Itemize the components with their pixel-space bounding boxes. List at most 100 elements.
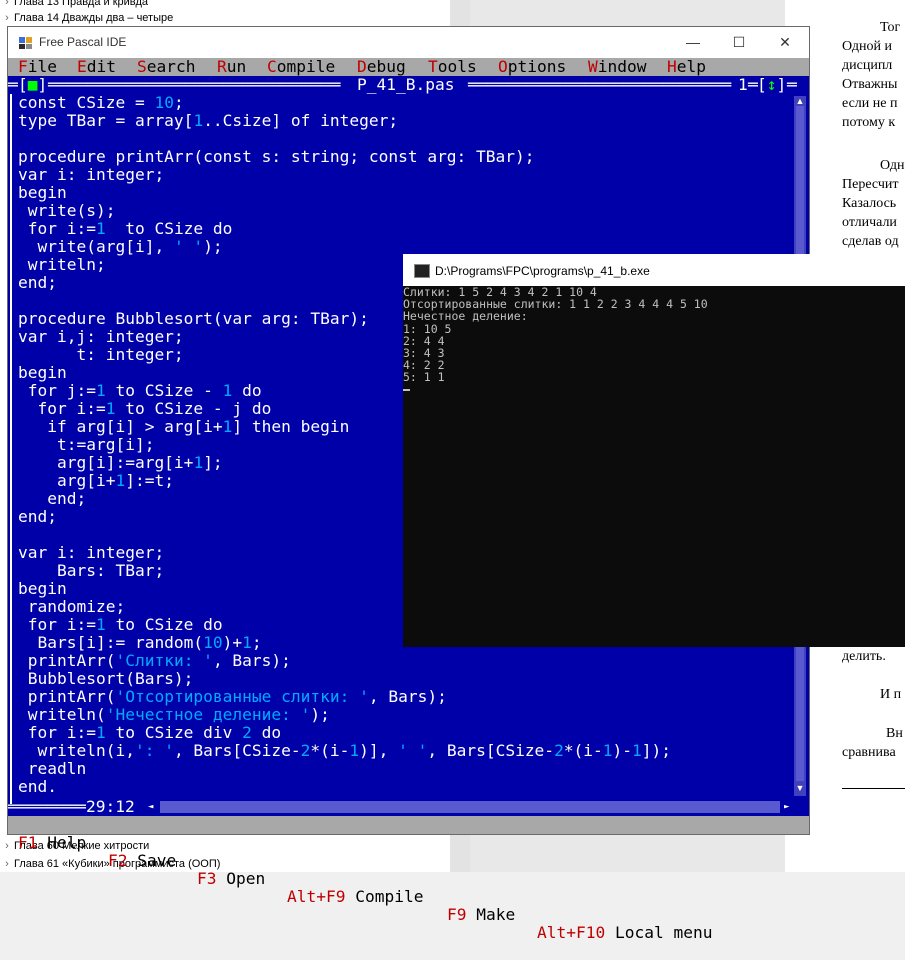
ide-titlebar[interactable]: Free Pascal IDE — ☐ ✕ <box>8 27 809 58</box>
console-line: Нечестное деление: <box>403 309 528 324</box>
menu-window[interactable]: Window <box>588 58 646 76</box>
doc-text: отличали <box>842 215 897 230</box>
number-literal: 1 <box>105 399 116 418</box>
menu-label: ptions <box>507 57 567 76</box>
menu-debug[interactable]: Debug <box>357 58 406 76</box>
status-open[interactable]: F3 Open <box>197 870 265 888</box>
doc-text: Пересчит <box>842 177 899 192</box>
menu-label: elp <box>676 57 706 76</box>
status-save[interactable]: F2 Save <box>108 852 176 870</box>
free-pascal-icon <box>18 35 33 50</box>
menu-label: ools <box>437 57 477 76</box>
console-output[interactable]: Слитки: 1 5 2 4 3 4 2 1 10 4 Отсортирован… <box>403 286 905 647</box>
status-key: Alt+F10 <box>537 923 606 942</box>
code-line[interactable]: printArr('Отсортированные слитки: ', Bar… <box>18 688 798 706</box>
string-literal: ': ' <box>134 741 174 760</box>
menu-bar: File Edit Search Run Compile Debug Tools… <box>8 58 809 76</box>
string-literal: 'Отсортированные слитки: ' <box>115 687 369 706</box>
status-local-menu[interactable]: Alt+F10 Local menu <box>537 924 712 942</box>
menu-hotkey: F <box>18 57 28 76</box>
doc-text: И п <box>880 687 902 702</box>
code-line[interactable]: procedure printArr(const s: string; cons… <box>18 148 798 166</box>
menu-file[interactable]: File <box>18 58 57 76</box>
editor-close-box[interactable]: [■] <box>18 76 47 94</box>
status-make[interactable]: F9 Make <box>447 906 515 924</box>
scroll-right-icon[interactable]: ► <box>784 801 794 813</box>
number-literal: 1 <box>193 453 204 472</box>
status-compile[interactable]: Alt+F9 Compile <box>287 888 423 906</box>
close-button[interactable]: ✕ <box>762 27 808 57</box>
code-line[interactable]: Bubblesort(Bars); <box>18 670 798 688</box>
code-line[interactable]: var i: integer; <box>18 166 798 184</box>
status-bar: F1 Help F2 Save F3 Open Alt+F9 Compile F… <box>8 816 809 942</box>
code-line[interactable]: for i:=1 to CSize div 2 do <box>18 724 798 742</box>
number-literal: 10 <box>154 93 174 112</box>
menu-hotkey: C <box>267 57 277 76</box>
number-literal: 10 <box>203 633 223 652</box>
code-line[interactable]: writeln(i,': ', Bars[CSize-2*(i-1)], ' '… <box>18 742 798 760</box>
toc-item-label: Глава 14 Дважды два – четыре <box>14 12 174 24</box>
console-titlebar[interactable]: D:\Programs\FPC\programs\p_41_b.exe <box>403 254 905 286</box>
toc-item-label: Глава 13 Правда и кривда <box>14 0 149 8</box>
status-key: F2 <box>108 851 128 870</box>
code-line[interactable]: printArr('Слитки: ', Bars); <box>18 652 798 670</box>
editor-frame-left <box>10 94 14 804</box>
console-icon <box>414 264 430 278</box>
menu-tools[interactable]: Tools <box>428 58 477 76</box>
menu-label: ebug <box>366 57 406 76</box>
menu-hotkey: W <box>588 57 598 76</box>
footnote-rule <box>842 788 905 789</box>
chevron-right-icon[interactable]: › <box>0 0 14 8</box>
code-line[interactable]: const CSize = 10; <box>18 94 798 112</box>
code-line[interactable]: readln <box>18 760 798 778</box>
menu-hotkey: R <box>217 57 227 76</box>
number-literal: 1 <box>95 219 106 238</box>
menu-help[interactable]: Help <box>667 58 706 76</box>
doc-text: сделав од <box>842 234 899 249</box>
code-line[interactable]: for i:=1 to CSize do <box>18 220 798 238</box>
status-key: F9 <box>447 905 467 924</box>
scroll-up-icon[interactable]: ▲ <box>794 96 806 106</box>
menu-compile[interactable]: Compile <box>267 58 335 76</box>
toc-item[interactable]: › Глава 13 Правда и кривда <box>0 0 148 8</box>
editor-resize-box[interactable]: [↕] <box>757 76 786 94</box>
menu-label: dit <box>86 57 116 76</box>
number-literal: 1 <box>222 417 233 436</box>
code-line[interactable]: type TBar = array[1..Csize] of integer; <box>18 112 798 130</box>
number-literal: 1 <box>95 615 106 634</box>
number-literal: 2 <box>554 741 564 760</box>
code-line[interactable]: begin <box>18 184 798 202</box>
minimize-button[interactable]: — <box>670 27 716 57</box>
number-literal: 1 <box>602 741 613 760</box>
menu-edit[interactable]: Edit <box>77 58 116 76</box>
code-line[interactable]: end. <box>18 778 798 796</box>
console-line: 2: 4 4 <box>403 333 445 348</box>
menu-hotkey: D <box>357 57 367 76</box>
toc-item[interactable]: › Глава 14 Дважды два – четыре <box>0 12 173 24</box>
status-key: Alt+F9 <box>287 887 346 906</box>
maximize-button[interactable]: ☐ <box>716 27 762 57</box>
string-literal: ' ' <box>173 237 204 256</box>
menu-label: ompile <box>276 57 336 76</box>
window-title: Free Pascal IDE <box>39 35 127 49</box>
number-literal: 1 <box>95 723 106 742</box>
code-line[interactable]: write(s); <box>18 202 798 220</box>
number-literal: 1 <box>115 471 126 490</box>
console-title: D:\Programs\FPC\programs\p_41_b.exe <box>435 264 650 278</box>
code-line[interactable] <box>18 130 798 148</box>
menu-options[interactable]: Options <box>498 58 566 76</box>
doc-text: Вн <box>886 726 903 741</box>
code-line[interactable]: writeln('Нечестное деление: '); <box>18 706 798 724</box>
status-help[interactable]: F1 Help <box>18 834 86 852</box>
menu-search[interactable]: Search <box>137 58 195 76</box>
doc-text: делить. <box>842 649 886 664</box>
scroll-left-icon[interactable]: ◄ <box>148 801 158 813</box>
number-literal: 1 <box>222 381 233 400</box>
menu-run[interactable]: Run <box>217 58 246 76</box>
scroll-down-icon[interactable]: ▼ <box>794 783 806 793</box>
doc-text: Казалось <box>842 196 897 211</box>
cursor-position: 29:12 <box>86 797 135 816</box>
chevron-right-icon[interactable]: › <box>0 12 14 24</box>
menu-label: indow <box>597 57 647 76</box>
horizontal-scrollbar[interactable] <box>160 801 780 813</box>
